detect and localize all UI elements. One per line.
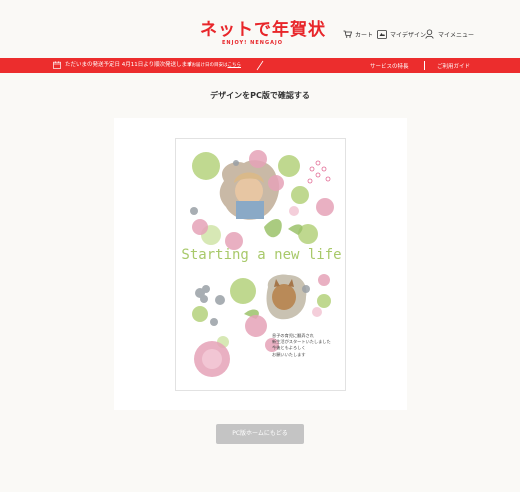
user-icon: [425, 29, 434, 39]
my-menu-label: マイメニュー: [438, 31, 475, 39]
service-features-link[interactable]: サービスの特長: [370, 62, 409, 70]
notice-bar: ただいまの発送予定日 4月11日より順次発送します 本お届け日の目安はこちら サ…: [0, 58, 520, 73]
card-message-line: お願いいたします: [272, 351, 306, 357]
my-design-link[interactable]: マイデザイン: [377, 27, 426, 41]
delivery-note-text: 本お届け日の目安は: [187, 62, 228, 68]
my-design-label: マイデザイン: [390, 31, 427, 39]
logo-subtext: ENJOY! NENGAJO: [222, 40, 284, 46]
card-headline: Starting a new life: [181, 247, 342, 263]
card-message: 息子の育児に翻弄され 新生活がスタートいたしました 今後ともよろしく お願いいた…: [272, 333, 331, 358]
site-logo[interactable]: ネットで年賀状 ENJOY! NENGAJO: [200, 20, 326, 52]
my-design-icon: [377, 29, 387, 39]
my-menu-link[interactable]: マイメニュー: [425, 27, 474, 41]
calendar-icon: [53, 61, 61, 69]
cart-label: カート: [355, 31, 374, 39]
divider-slash: [256, 60, 264, 71]
cart-link[interactable]: カート: [343, 27, 373, 41]
nengajo-card-preview: Starting a new life 息子の育児に翻弄され 新生活がスタートい…: [175, 138, 346, 391]
user-guide-link[interactable]: ご利用ガイド: [437, 62, 470, 70]
nav-separator: [424, 61, 425, 70]
cart-icon: [343, 30, 352, 38]
back-to-pc-home-button[interactable]: PC版ホームにもどる: [216, 424, 304, 444]
shipping-notice: ただいまの発送予定日 4月11日より順次発送します: [65, 62, 193, 68]
delivery-note-link[interactable]: こちら: [228, 63, 242, 68]
logo-text: ネットで年賀状: [200, 20, 326, 40]
delivery-note: 本お届け日の目安はこちら: [187, 63, 241, 69]
page-title: デザインをPC版で確認する: [210, 91, 310, 100]
site-header: ネットで年賀状 ENJOY! NENGAJO カート マイデザイン マイメニュー: [0, 0, 520, 58]
